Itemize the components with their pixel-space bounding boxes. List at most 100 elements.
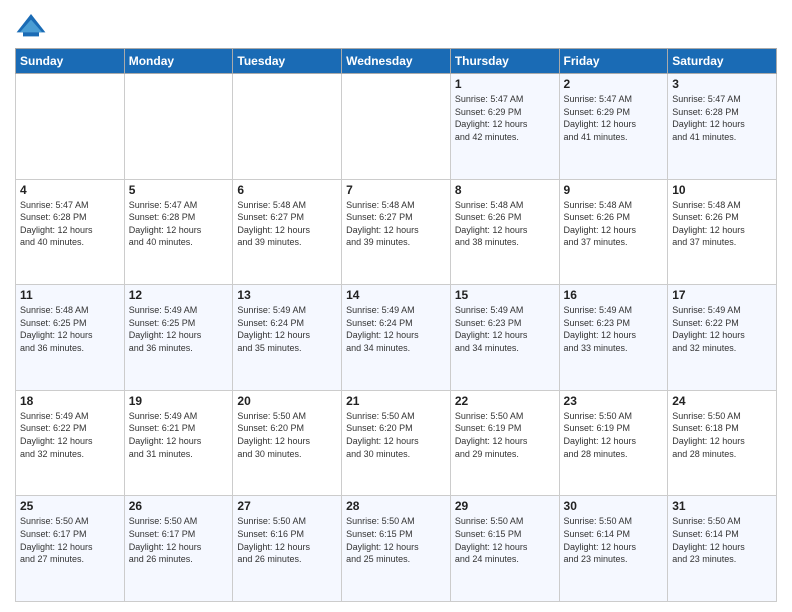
calendar-cell: 6 Sunrise: 5:48 AM Sunset: 6:27 PM Daylig… xyxy=(233,179,342,285)
cell-info: Sunrise: 5:49 AM Sunset: 6:24 PM Dayligh… xyxy=(237,304,337,354)
calendar-cell: 24 Sunrise: 5:50 AM Sunset: 6:18 PM Dayli… xyxy=(668,390,777,496)
cell-info: Sunrise: 5:48 AM Sunset: 6:26 PM Dayligh… xyxy=(672,199,772,249)
calendar-cell: 12 Sunrise: 5:49 AM Sunset: 6:25 PM Dayli… xyxy=(124,285,233,391)
cell-info: Sunrise: 5:47 AM Sunset: 6:29 PM Dayligh… xyxy=(564,93,664,143)
calendar-cell: 15 Sunrise: 5:49 AM Sunset: 6:23 PM Dayli… xyxy=(450,285,559,391)
day-number: 31 xyxy=(672,499,772,513)
calendar-cell: 13 Sunrise: 5:49 AM Sunset: 6:24 PM Dayli… xyxy=(233,285,342,391)
day-number: 10 xyxy=(672,183,772,197)
calendar-cell: 21 Sunrise: 5:50 AM Sunset: 6:20 PM Dayli… xyxy=(342,390,451,496)
day-number: 15 xyxy=(455,288,555,302)
calendar-cell: 10 Sunrise: 5:48 AM Sunset: 6:26 PM Dayli… xyxy=(668,179,777,285)
calendar-cell: 9 Sunrise: 5:48 AM Sunset: 6:26 PM Daylig… xyxy=(559,179,668,285)
calendar-cell xyxy=(124,74,233,180)
cell-info: Sunrise: 5:50 AM Sunset: 6:19 PM Dayligh… xyxy=(564,410,664,460)
calendar-cell: 4Sunrise: 5:47 AM Sunset: 6:28 PM Daylig… xyxy=(16,179,125,285)
cell-info: Sunrise: 5:50 AM Sunset: 6:18 PM Dayligh… xyxy=(672,410,772,460)
day-number: 24 xyxy=(672,394,772,408)
day-number: 23 xyxy=(564,394,664,408)
day-header-saturday: Saturday xyxy=(668,49,777,74)
logo xyxy=(15,10,51,42)
cell-info: Sunrise: 5:49 AM Sunset: 6:23 PM Dayligh… xyxy=(455,304,555,354)
calendar-cell: 14 Sunrise: 5:49 AM Sunset: 6:24 PM Dayli… xyxy=(342,285,451,391)
day-number: 27 xyxy=(237,499,337,513)
day-header-tuesday: Tuesday xyxy=(233,49,342,74)
cell-info: Sunrise: 5:49 AM Sunset: 6:21 PM Dayligh… xyxy=(129,410,229,460)
calendar-cell: 22 Sunrise: 5:50 AM Sunset: 6:19 PM Dayli… xyxy=(450,390,559,496)
cell-info: Sunrise: 5:48 AM Sunset: 6:26 PM Dayligh… xyxy=(455,199,555,249)
cell-info: Sunrise: 5:50 AM Sunset: 6:20 PM Dayligh… xyxy=(237,410,337,460)
cell-info: Sunrise: 5:48 AM Sunset: 6:26 PM Dayligh… xyxy=(564,199,664,249)
day-number: 3 xyxy=(672,77,772,91)
cell-info: Sunrise: 5:50 AM Sunset: 6:14 PM Dayligh… xyxy=(672,515,772,565)
day-number: 9 xyxy=(564,183,664,197)
day-number: 16 xyxy=(564,288,664,302)
calendar-cell: 17 Sunrise: 5:49 AM Sunset: 6:22 PM Dayli… xyxy=(668,285,777,391)
page: SundayMondayTuesdayWednesdayThursdayFrid… xyxy=(0,0,792,612)
day-number: 6 xyxy=(237,183,337,197)
calendar-week-4: 18 Sunrise: 5:49 AM Sunset: 6:22 PM Dayli… xyxy=(16,390,777,496)
day-number: 28 xyxy=(346,499,446,513)
calendar-cell: 11 Sunrise: 5:48 AM Sunset: 6:25 PM Dayli… xyxy=(16,285,125,391)
calendar-cell: 1Sunrise: 5:47 AM Sunset: 6:29 PM Daylig… xyxy=(450,74,559,180)
day-number: 17 xyxy=(672,288,772,302)
day-number: 11 xyxy=(20,288,120,302)
calendar-cell: 25 Sunrise: 5:50 AM Sunset: 6:17 PM Dayli… xyxy=(16,496,125,602)
calendar-cell: 23 Sunrise: 5:50 AM Sunset: 6:19 PM Dayli… xyxy=(559,390,668,496)
header xyxy=(15,10,777,42)
calendar-cell: 26 Sunrise: 5:50 AM Sunset: 6:17 PM Dayli… xyxy=(124,496,233,602)
day-number: 19 xyxy=(129,394,229,408)
day-number: 7 xyxy=(346,183,446,197)
calendar-cell: 19 Sunrise: 5:49 AM Sunset: 6:21 PM Dayli… xyxy=(124,390,233,496)
day-number: 20 xyxy=(237,394,337,408)
calendar-cell: 31 Sunrise: 5:50 AM Sunset: 6:14 PM Dayli… xyxy=(668,496,777,602)
day-number: 25 xyxy=(20,499,120,513)
day-number: 18 xyxy=(20,394,120,408)
day-number: 12 xyxy=(129,288,229,302)
day-number: 1 xyxy=(455,77,555,91)
day-number: 26 xyxy=(129,499,229,513)
day-number: 2 xyxy=(564,77,664,91)
cell-info: Sunrise: 5:50 AM Sunset: 6:15 PM Dayligh… xyxy=(455,515,555,565)
day-number: 13 xyxy=(237,288,337,302)
day-header-friday: Friday xyxy=(559,49,668,74)
calendar-cell: 5Sunrise: 5:47 AM Sunset: 6:28 PM Daylig… xyxy=(124,179,233,285)
day-number: 5 xyxy=(129,183,229,197)
day-number: 14 xyxy=(346,288,446,302)
calendar-week-2: 4Sunrise: 5:47 AM Sunset: 6:28 PM Daylig… xyxy=(16,179,777,285)
cell-info: Sunrise: 5:47 AM Sunset: 6:28 PM Dayligh… xyxy=(20,199,120,249)
calendar-cell: 16 Sunrise: 5:49 AM Sunset: 6:23 PM Dayli… xyxy=(559,285,668,391)
cell-info: Sunrise: 5:49 AM Sunset: 6:24 PM Dayligh… xyxy=(346,304,446,354)
cell-info: Sunrise: 5:49 AM Sunset: 6:23 PM Dayligh… xyxy=(564,304,664,354)
cell-info: Sunrise: 5:48 AM Sunset: 6:27 PM Dayligh… xyxy=(237,199,337,249)
calendar-cell: 27Sunrise: 5:50 AM Sunset: 6:16 PM Dayli… xyxy=(233,496,342,602)
day-header-monday: Monday xyxy=(124,49,233,74)
day-number: 21 xyxy=(346,394,446,408)
cell-info: Sunrise: 5:48 AM Sunset: 6:25 PM Dayligh… xyxy=(20,304,120,354)
calendar-cell xyxy=(16,74,125,180)
calendar-cell: 3 Sunrise: 5:47 AM Sunset: 6:28 PM Daylig… xyxy=(668,74,777,180)
cell-info: Sunrise: 5:47 AM Sunset: 6:28 PM Dayligh… xyxy=(672,93,772,143)
calendar-cell xyxy=(342,74,451,180)
cell-info: Sunrise: 5:50 AM Sunset: 6:19 PM Dayligh… xyxy=(455,410,555,460)
calendar-cell: 28Sunrise: 5:50 AM Sunset: 6:15 PM Dayli… xyxy=(342,496,451,602)
cell-info: Sunrise: 5:50 AM Sunset: 6:17 PM Dayligh… xyxy=(20,515,120,565)
calendar-cell: 8Sunrise: 5:48 AM Sunset: 6:26 PM Daylig… xyxy=(450,179,559,285)
day-number: 22 xyxy=(455,394,555,408)
cell-info: Sunrise: 5:50 AM Sunset: 6:20 PM Dayligh… xyxy=(346,410,446,460)
cell-info: Sunrise: 5:49 AM Sunset: 6:25 PM Dayligh… xyxy=(129,304,229,354)
cell-info: Sunrise: 5:49 AM Sunset: 6:22 PM Dayligh… xyxy=(20,410,120,460)
calendar: SundayMondayTuesdayWednesdayThursdayFrid… xyxy=(15,48,777,602)
cell-info: Sunrise: 5:50 AM Sunset: 6:17 PM Dayligh… xyxy=(129,515,229,565)
calendar-cell: 7Sunrise: 5:48 AM Sunset: 6:27 PM Daylig… xyxy=(342,179,451,285)
calendar-cell: 29Sunrise: 5:50 AM Sunset: 6:15 PM Dayli… xyxy=(450,496,559,602)
day-number: 30 xyxy=(564,499,664,513)
calendar-week-1: 1 Sunrise: 5:47 AM Sunset: 6:29 PM Daylig… xyxy=(16,74,777,180)
calendar-cell: 18 Sunrise: 5:49 AM Sunset: 6:22 PM Dayli… xyxy=(16,390,125,496)
cell-info: Sunrise: 5:49 AM Sunset: 6:22 PM Dayligh… xyxy=(672,304,772,354)
day-header-wednesday: Wednesday xyxy=(342,49,451,74)
cell-info: Sunrise: 5:50 AM Sunset: 6:14 PM Dayligh… xyxy=(564,515,664,565)
calendar-cell xyxy=(233,74,342,180)
day-header-sunday: Sunday xyxy=(16,49,125,74)
calendar-cell: 20 Sunrise: 5:50 AM Sunset: 6:20 PM Dayli… xyxy=(233,390,342,496)
